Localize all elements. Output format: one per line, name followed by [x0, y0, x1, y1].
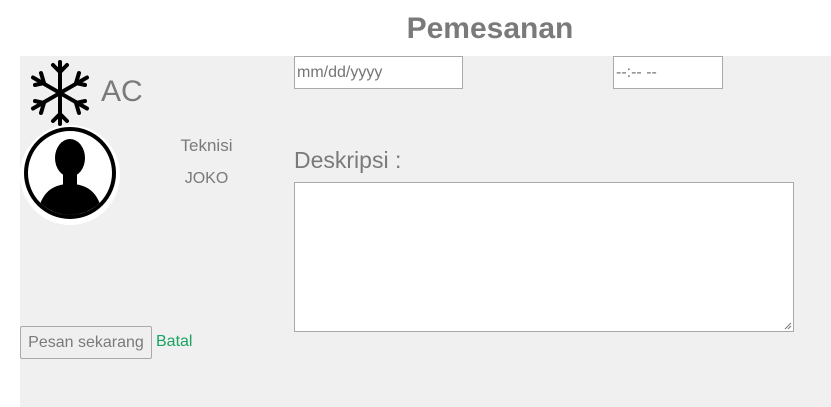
time-input[interactable]: --:-- -- — [613, 56, 723, 89]
description-label: Deskripsi : — [294, 147, 402, 173]
resize-grip-icon[interactable] — [784, 322, 792, 330]
service-name: AC — [101, 75, 143, 108]
page-title: Pemesanan — [406, 12, 574, 45]
snowflake-icon — [31, 60, 89, 126]
technician-name: JOKO — [184, 170, 229, 187]
technician-label: Teknisi — [180, 136, 233, 155]
date-input[interactable]: mm/dd/yyyy — [294, 56, 463, 89]
technician-avatar — [20, 125, 120, 225]
order-page: Pemesanan AC Teknisi JOKO mm/dd/yyyy --:… — [0, 0, 831, 407]
person-silhouette-icon — [24, 127, 116, 219]
order-now-button[interactable]: Pesan sekarang — [20, 326, 152, 359]
cancel-link[interactable]: Batal — [156, 333, 192, 351]
description-textarea[interactable] — [294, 182, 794, 332]
